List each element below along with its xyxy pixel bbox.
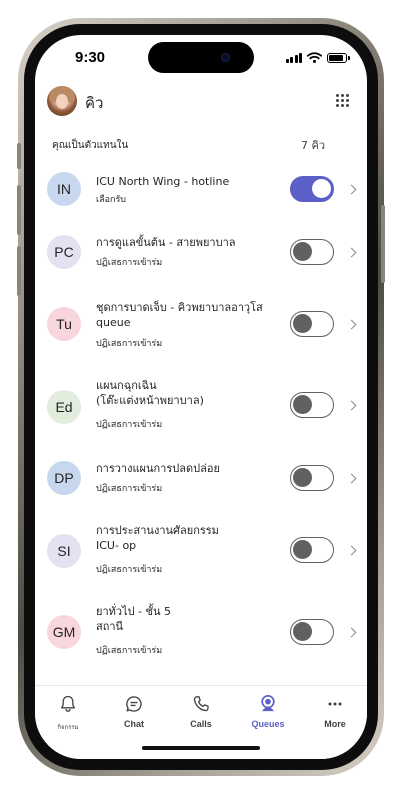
side-button <box>17 185 21 235</box>
queue-status: ปฏิเสธการเข้าร่ม <box>96 646 163 656</box>
queue-name: ICU North Wing - hotline <box>96 175 230 188</box>
queue-initials: IN <box>57 181 71 197</box>
tab-label: Queues <box>251 719 285 729</box>
queue-avatar: Tu <box>47 307 81 341</box>
queue-status: ปฏิเสธการเข้าร่ม <box>96 339 163 349</box>
tab-calls[interactable]: Calls <box>171 694 231 738</box>
queue-initials: PC <box>54 244 74 260</box>
queue-name: การประสานงานศัลยกรรม ICU- op <box>96 524 219 552</box>
queue-status: ปฏิเสธการเข้าร่ม <box>96 420 163 430</box>
chevron-right-icon[interactable] <box>346 473 357 484</box>
queue-initials: Ed <box>55 399 73 415</box>
phone-icon <box>193 696 209 712</box>
tab-queues[interactable]: Queues <box>238 694 298 738</box>
queue-status: ปฏิเสธการเข้าร่ม <box>96 565 163 575</box>
queue-initials: GM <box>52 624 76 640</box>
queue-status: ปฏิเสธการเข้าร่ม <box>96 258 163 268</box>
queue-initials: Tu <box>56 316 72 332</box>
queue-name: การดูแลขั้นต้น - สายพยาบาล <box>96 236 236 249</box>
queue-opt-in-toggle[interactable] <box>290 392 334 418</box>
queue-opt-in-toggle[interactable] <box>290 239 334 265</box>
queue-avatar: DP <box>47 461 81 495</box>
queue-avatar: SI <box>47 534 81 568</box>
queue-opt-in-toggle[interactable] <box>290 176 334 202</box>
chevron-right-icon[interactable] <box>346 627 357 638</box>
queue-list: IN ICU North Wing - hotline เลือกรับ PC … <box>35 35 367 685</box>
chevron-right-icon[interactable] <box>346 545 357 556</box>
queue-opt-in-toggle[interactable] <box>290 465 334 491</box>
queue-name: ชุดการบาดเจ็บ - คิวพยาบาลอาวุโส queue <box>96 301 263 329</box>
queue-row-general-medicine[interactable]: GM ยาทั่วไป - ชั้น 5 สถานี ปฏิเสธการเข้า… <box>35 35 367 656</box>
chevron-right-icon[interactable] <box>346 184 357 195</box>
queue-name: ยาทั่วไป - ชั้น 5 สถานี <box>96 605 172 633</box>
tab-label: Chat <box>124 719 144 729</box>
queue-avatar: GM <box>47 615 81 649</box>
queue-avatar: IN <box>47 172 81 206</box>
tab-more[interactable]: More <box>305 694 365 738</box>
queue-avatar: PC <box>47 235 81 269</box>
queue-status: ปฏิเสธการเข้าร่ม <box>96 484 163 494</box>
queue-opt-in-toggle[interactable] <box>290 537 334 563</box>
bell-icon <box>61 695 76 712</box>
home-indicator[interactable] <box>142 746 260 750</box>
tab-chat[interactable]: Chat <box>104 694 164 738</box>
chevron-right-icon[interactable] <box>346 247 357 258</box>
screen: 9:30 คิว คุณเป็นตัวแทนใน 7 คิว IN ICU No… <box>35 35 367 759</box>
queue-name: แผนกฉุกเฉิน (โต๊ะแต่งหน้าพยาบาล) <box>96 379 204 407</box>
chevron-right-icon[interactable] <box>346 319 357 330</box>
queue-initials: SI <box>57 543 71 559</box>
side-button <box>381 205 385 283</box>
tab-activity[interactable]: กิจกรรม <box>38 694 98 738</box>
tab-label: More <box>324 719 346 729</box>
queues-icon <box>261 694 275 712</box>
chat-icon <box>126 696 142 712</box>
chevron-right-icon[interactable] <box>346 400 357 411</box>
side-button <box>17 246 21 296</box>
queue-name: การวางแผนการปลดปล่อย <box>96 462 220 475</box>
queue-initials: DP <box>54 470 74 486</box>
queue-opt-in-toggle[interactable] <box>290 619 334 645</box>
tab-label: Calls <box>190 719 212 729</box>
queue-status: เลือกรับ <box>96 195 126 205</box>
more-icon <box>328 702 342 706</box>
queue-avatar: Ed <box>47 390 81 424</box>
queue-opt-in-toggle[interactable] <box>290 311 334 337</box>
side-button <box>17 143 21 169</box>
tab-label: กิจกรรม <box>57 725 79 731</box>
